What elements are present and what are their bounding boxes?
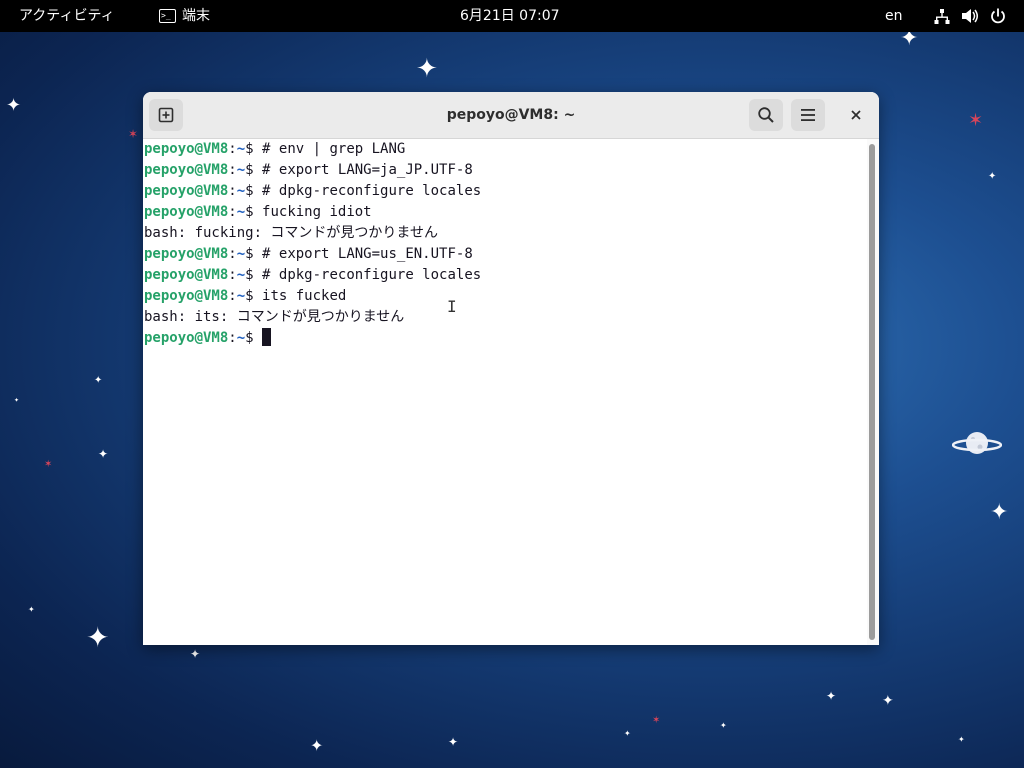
prompt-user-host: pepoyo@VM8 [144, 141, 229, 157]
prompt-symbol: $ [245, 162, 263, 178]
mouse-ibeam-cursor: I [447, 297, 457, 316]
prompt-separator: : [228, 162, 237, 178]
text-cursor [262, 328, 272, 346]
language-indicator[interactable]: en [885, 0, 903, 32]
command-text: its fucked [262, 288, 347, 304]
prompt-separator: : [228, 267, 237, 283]
command-text: # dpkg-reconfigure locales [262, 267, 482, 283]
prompt-path: ~ [236, 162, 246, 178]
terminal-command-line: pepoyo@VM8:~$ # export LANG=ja_JP.UTF-8 [143, 160, 865, 181]
terminal-output[interactable]: pepoyo@VM8:~$ # env | grep LANG pepoyo@VM… [143, 139, 865, 645]
app-menu[interactable]: >_ 端末 [159, 0, 210, 32]
main-menu-button[interactable] [791, 99, 825, 131]
prompt-path: ~ [236, 141, 246, 157]
prompt-path: ~ [236, 246, 246, 262]
terminal-command-line: pepoyo@VM8:~$ fucking idiot [143, 202, 865, 223]
output-text: bash: its: コマンドが見つかりません [144, 309, 405, 325]
top-bar: アクティビティ >_ 端末 6月21日 07:07 en [0, 0, 1024, 32]
prompt-separator: : [228, 204, 237, 220]
app-menu-label: 端末 [182, 8, 210, 24]
planet-decoration [952, 432, 1002, 454]
prompt-path: ~ [236, 204, 246, 220]
terminal-command-line: pepoyo@VM8:~$ [143, 328, 865, 349]
output-text: bash: fucking: コマンドが見つかりません [144, 225, 439, 241]
search-button[interactable] [749, 99, 783, 131]
command-text: fucking idiot [262, 204, 372, 220]
prompt-user-host: pepoyo@VM8 [144, 246, 229, 262]
scrollbar-thumb[interactable] [869, 144, 875, 640]
network-icon[interactable] [934, 0, 950, 32]
prompt-symbol: $ [245, 141, 263, 157]
terminal-command-line: pepoyo@VM8:~$ # env | grep LANG [143, 139, 865, 160]
terminal-command-line: pepoyo@VM8:~$ its fucked [143, 286, 865, 307]
prompt-user-host: pepoyo@VM8 [144, 330, 229, 346]
terminal-output-line: bash: fucking: コマンドが見つかりません [143, 223, 865, 244]
prompt-separator: : [228, 330, 237, 346]
terminal-app-icon: >_ [159, 9, 176, 23]
prompt-separator: : [228, 288, 237, 304]
prompt-path: ~ [236, 267, 246, 283]
prompt-symbol: $ [245, 246, 263, 262]
search-icon [758, 107, 774, 123]
prompt-symbol: $ [245, 330, 263, 346]
prompt-symbol: $ [245, 204, 263, 220]
command-text: # export LANG=ja_JP.UTF-8 [262, 162, 473, 178]
prompt-symbol: $ [245, 183, 263, 199]
prompt-symbol: $ [245, 267, 263, 283]
window-headerbar[interactable]: pepoyo@VM8: ~ [143, 92, 879, 139]
command-text: # export LANG=us_EN.UTF-8 [262, 246, 473, 262]
prompt-user-host: pepoyo@VM8 [144, 267, 229, 283]
prompt-user-host: pepoyo@VM8 [144, 288, 229, 304]
close-button[interactable] [839, 99, 873, 131]
prompt-separator: : [228, 141, 237, 157]
prompt-separator: : [228, 246, 237, 262]
activities-button[interactable]: アクティビティ [19, 0, 115, 32]
power-icon[interactable] [990, 0, 1006, 32]
close-icon [851, 110, 861, 120]
prompt-path: ~ [236, 183, 246, 199]
prompt-symbol: $ [245, 288, 263, 304]
terminal-window: pepoyo@VM8: ~ pepoyo@VM8:~$ # env | grep… [143, 92, 879, 645]
prompt-user-host: pepoyo@VM8 [144, 162, 229, 178]
terminal-command-line: pepoyo@VM8:~$ # dpkg-reconfigure locales [143, 181, 865, 202]
prompt-path: ~ [236, 330, 246, 346]
terminal-output-line: bash: its: コマンドが見つかりません [143, 307, 865, 328]
prompt-user-host: pepoyo@VM8 [144, 204, 229, 220]
prompt-path: ~ [236, 288, 246, 304]
command-text: # dpkg-reconfigure locales [262, 183, 482, 199]
hamburger-menu-icon [801, 109, 815, 121]
prompt-separator: : [228, 183, 237, 199]
terminal-command-line: pepoyo@VM8:~$ # dpkg-reconfigure locales [143, 265, 865, 286]
terminal-command-line: pepoyo@VM8:~$ # export LANG=us_EN.UTF-8 [143, 244, 865, 265]
clock[interactable]: 6月21日 07:07 [460, 0, 560, 32]
volume-icon[interactable] [961, 0, 979, 32]
command-text: # env | grep LANG [262, 141, 406, 157]
prompt-user-host: pepoyo@VM8 [144, 183, 229, 199]
